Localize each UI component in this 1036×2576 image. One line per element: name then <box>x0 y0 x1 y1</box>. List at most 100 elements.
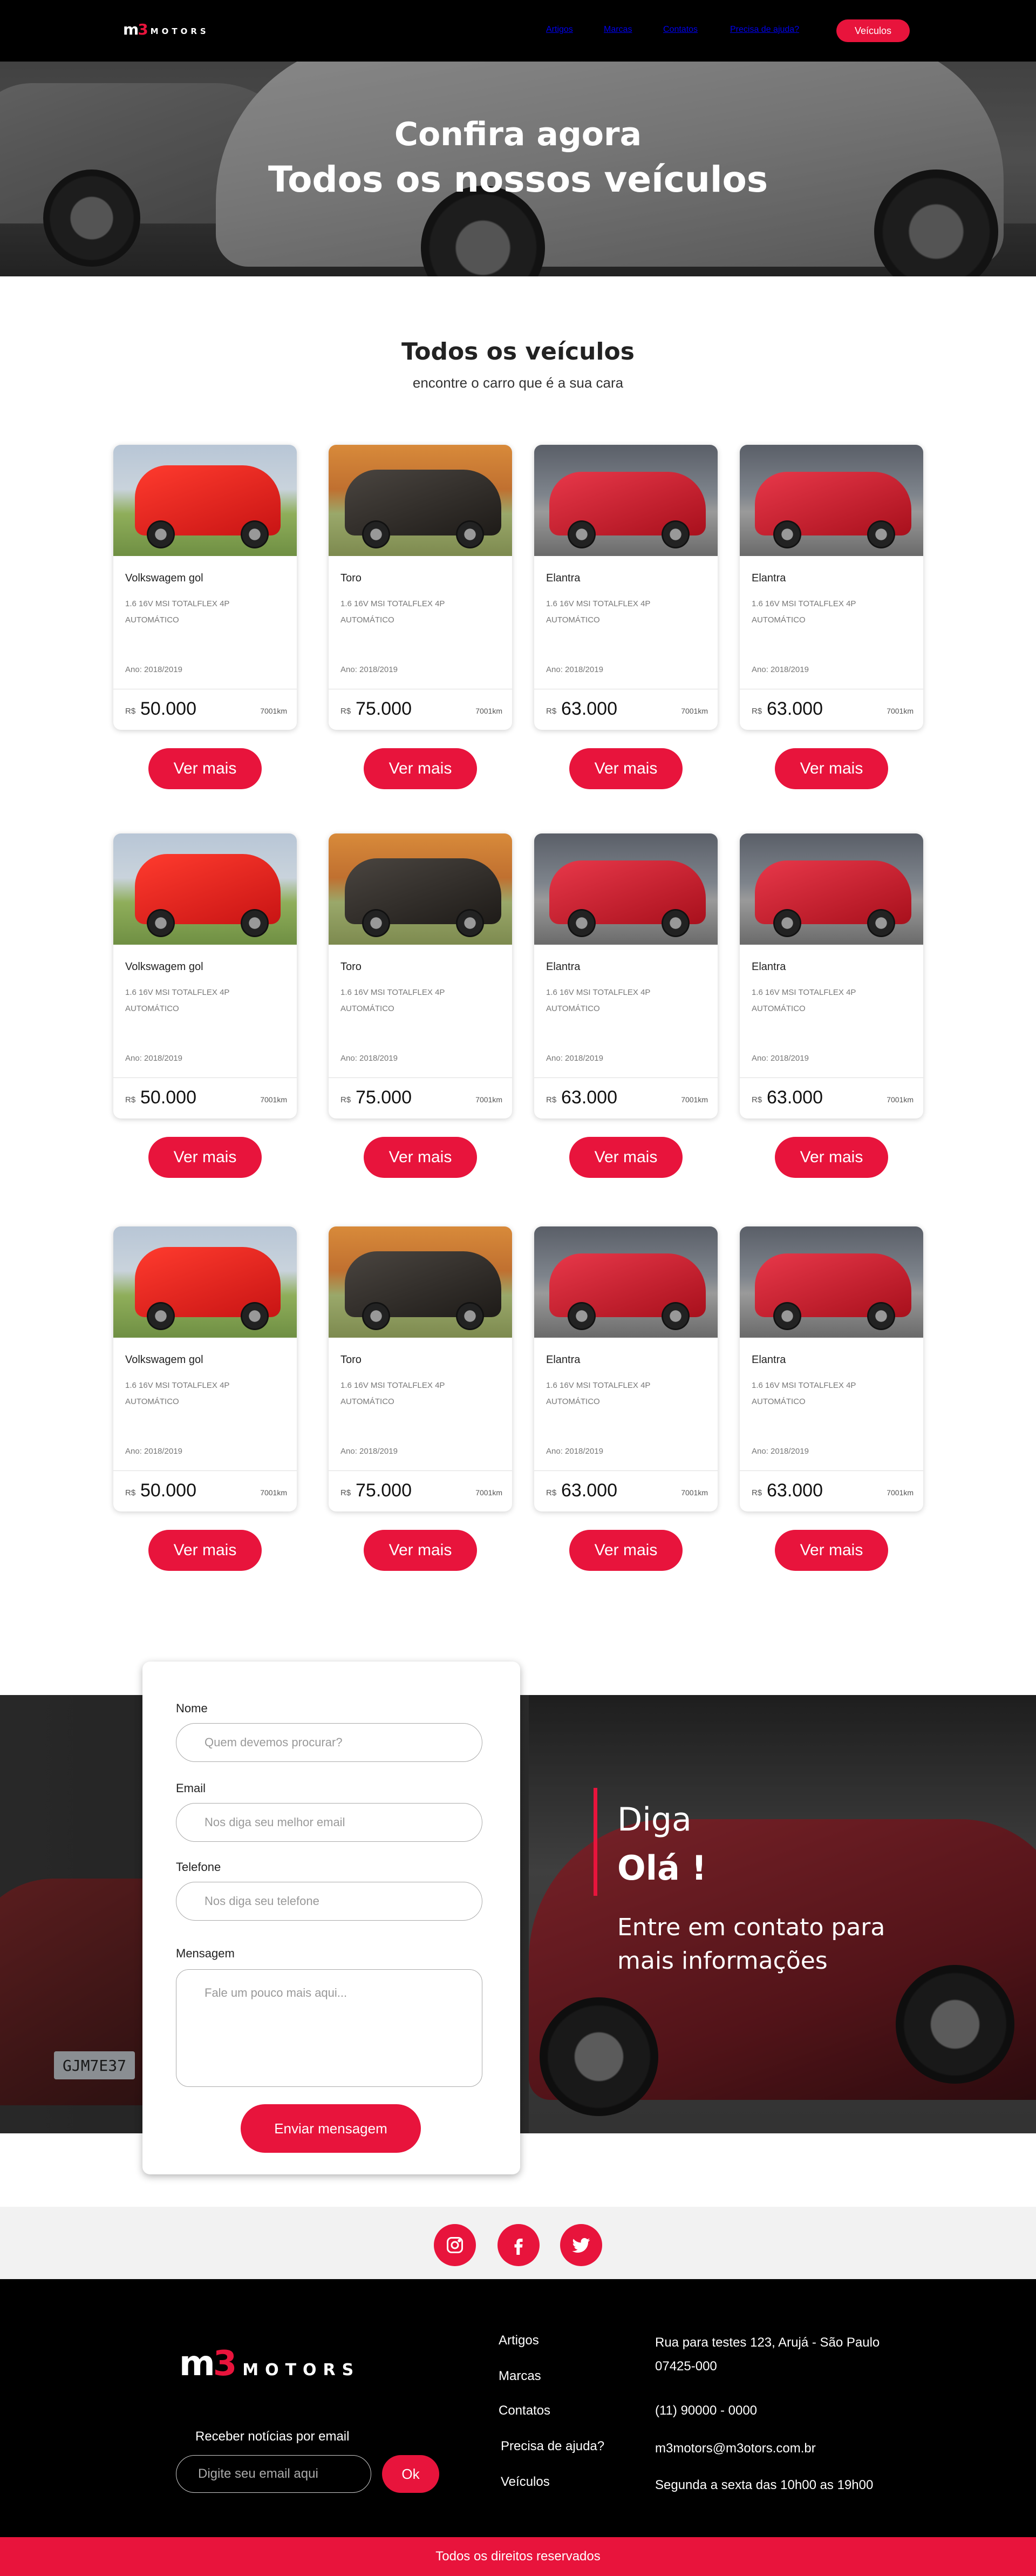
ver-mais-button[interactable]: Ver mais <box>148 1530 262 1571</box>
phone-label: Telefone <box>176 1860 221 1874</box>
ver-mais-button[interactable]: Ver mais <box>775 1137 888 1178</box>
car-wheel <box>147 909 175 937</box>
ver-mais-button[interactable]: Ver mais <box>364 1530 477 1571</box>
car-card[interactable]: Elantra 1.6 16v MSI TOTALFLEX 4P AUTOMÁTI… <box>534 1226 718 1511</box>
car-model: Toro <box>340 1354 362 1366</box>
ver-mais-button[interactable]: Ver mais <box>569 748 683 789</box>
copyright-bar: Todos os direitos reservados <box>0 2537 1036 2576</box>
car-model: Toro <box>340 961 362 973</box>
car-year: Ano: 2018/2019 <box>340 1447 398 1456</box>
car-year: Ano: 2018/2019 <box>752 665 809 674</box>
nav-link-contatos[interactable]: Contatos <box>663 25 698 35</box>
car-model: Elantra <box>752 961 786 973</box>
car-card[interactable]: Toro 1.6 16v MSI TOTALFLEX 4P AUTOMÁTICO A… <box>329 1226 512 1511</box>
email-label: Email <box>176 1781 206 1795</box>
car-wheel <box>241 1302 269 1330</box>
car-photo <box>534 833 718 945</box>
footer-logo[interactable]: m3 MOTORS <box>179 2344 360 2384</box>
ver-mais-button[interactable]: Ver mais <box>569 1137 683 1178</box>
footer-link-veiculos[interactable]: Veículos <box>501 2475 550 2490</box>
car-year: Ano: 2018/2019 <box>340 1054 398 1063</box>
top-nav: m3 MOTORS Artigos Marcas Contatos Precis… <box>0 0 1036 62</box>
instagram-icon[interactable] <box>434 2224 476 2266</box>
car-spec: 1.6 16v MSI TOTALFLEX 4P AUTOMÁTICO <box>752 1381 856 1406</box>
car-price: 50.000 <box>140 1480 196 1501</box>
car-wheel <box>773 1302 801 1330</box>
ver-mais-button[interactable]: Ver mais <box>569 1530 683 1571</box>
car-wheel <box>147 520 175 548</box>
car-price: 50.000 <box>140 1087 196 1108</box>
ver-mais-button[interactable]: Ver mais <box>364 1137 477 1178</box>
nav-link-artigos[interactable]: Artigos <box>546 25 573 35</box>
logo-accent: 3 <box>138 21 148 38</box>
contact-heading-2: Olá ! <box>617 1848 707 1888</box>
car-spec: 1.6 16v MSI TOTALFLEX 4P AUTOMÁTICO <box>340 1381 445 1406</box>
car-card[interactable]: Elantra 1.6 16v MSI TOTALFLEX 4P AUTOMÁTI… <box>740 1226 923 1511</box>
message-label: Mensagem <box>176 1947 235 1960</box>
car-card[interactable]: Volkswagem gol 1.6 16v MSI TOTALFLEX 4P A… <box>113 1226 297 1511</box>
ver-mais-button[interactable]: Ver mais <box>775 748 888 789</box>
price-currency: R$ <box>125 1488 136 1497</box>
newsletter-ok-button[interactable]: Ok <box>382 2455 439 2493</box>
send-message-button[interactable]: Enviar mensagem <box>241 2104 421 2153</box>
footer-link-marcas[interactable]: Marcas <box>499 2369 541 2384</box>
car-year: Ano: 2018/2019 <box>546 665 603 674</box>
car-model: Elantra <box>546 961 581 973</box>
nav-link-marcas[interactable]: Marcas <box>604 25 632 35</box>
price-currency: R$ <box>752 1095 762 1104</box>
hero-banner: Confira agora Todos os nossos veículos <box>0 62 1036 276</box>
logo-word: MOTORS <box>150 26 209 36</box>
logo-prefix: m <box>123 21 139 38</box>
contact-heading-1: Diga <box>617 1801 692 1839</box>
name-label: Nome <box>176 1701 208 1715</box>
car-price: 63.000 <box>561 1480 617 1501</box>
car-wheel <box>362 909 390 937</box>
footer-link-contatos[interactable]: Contatos <box>499 2403 550 2418</box>
car-spec: 1.6 16v MSI TOTALFLEX 4P AUTOMÁTICO <box>125 599 230 625</box>
card-divider <box>534 1470 718 1471</box>
footer-link-artigos[interactable]: Artigos <box>499 2333 539 2348</box>
car-wheel <box>867 520 895 548</box>
ver-mais-button[interactable]: Ver mais <box>148 748 262 789</box>
nav-veiculos-button[interactable]: Veículos <box>836 19 910 42</box>
car-price: 75.000 <box>356 1480 412 1501</box>
car-photo <box>113 445 297 556</box>
ver-mais-button[interactable]: Ver mais <box>775 1530 888 1571</box>
newsletter-email-input[interactable]: Digite seu email aqui <box>176 2455 371 2493</box>
phone-field[interactable]: Nos diga seu telefone <box>176 1882 482 1921</box>
twitter-icon[interactable] <box>560 2224 602 2266</box>
card-divider <box>534 1077 718 1078</box>
card-divider <box>740 1077 923 1078</box>
message-textarea[interactable]: Fale um pouco mais aqui... <box>176 1969 482 2087</box>
car-photo <box>329 833 512 945</box>
facebook-icon[interactable] <box>497 2224 540 2266</box>
car-card[interactable]: Elantra 1.6 16v MSI TOTALFLEX 4P AUTOMÁTI… <box>534 833 718 1118</box>
ver-mais-button[interactable]: Ver mais <box>148 1137 262 1178</box>
car-card[interactable]: Volkswagem gol 1.6 16v MSI TOTALFLEX 4P A… <box>113 445 297 730</box>
car-mileage: 7001km <box>475 1488 502 1497</box>
car-card[interactable]: Elantra 1.6 16v MSI TOTALFLEX 4P AUTOMÁTI… <box>740 445 923 730</box>
car-photo <box>534 1226 718 1338</box>
car-card[interactable]: Toro 1.6 16v MSI TOTALFLEX 4P AUTOMÁTICO A… <box>329 445 512 730</box>
car-card[interactable]: Volkswagem gol 1.6 16v MSI TOTALFLEX 4P A… <box>113 833 297 1118</box>
car-model: Elantra <box>546 1354 581 1366</box>
logo-mark: m3 <box>123 21 148 38</box>
nav-link-ajuda[interactable]: Precisa de ajuda? <box>730 25 799 35</box>
footer-email[interactable]: m3motors@m3otors.com.br <box>655 2441 816 2456</box>
ver-mais-button[interactable]: Ver mais <box>364 748 477 789</box>
car-card[interactable]: Elantra 1.6 16v MSI TOTALFLEX 4P AUTOMÁTI… <box>534 445 718 730</box>
brand-logo[interactable]: m3 MOTORS <box>123 21 209 38</box>
car-mileage: 7001km <box>681 1488 708 1497</box>
car-model: Volkswagem gol <box>125 961 203 973</box>
car-photo <box>740 1226 923 1338</box>
car-price: 63.000 <box>561 1087 617 1108</box>
footer-link-ajuda[interactable]: Precisa de ajuda? <box>501 2439 604 2454</box>
name-field[interactable]: Quem devemos procurar? <box>176 1723 482 1762</box>
car-spec: 1.6 16v MSI TOTALFLEX 4P AUTOMÁTICO <box>546 599 651 625</box>
car-card[interactable]: Toro 1.6 16v MSI TOTALFLEX 4P AUTOMÁTICO A… <box>329 833 512 1118</box>
car-card[interactable]: Elantra 1.6 16v MSI TOTALFLEX 4P AUTOMÁTI… <box>740 833 923 1118</box>
car-model: Volkswagem gol <box>125 572 203 584</box>
card-divider <box>113 1470 297 1471</box>
card-divider <box>329 1077 512 1078</box>
email-field[interactable]: Nos diga seu melhor email <box>176 1803 482 1842</box>
